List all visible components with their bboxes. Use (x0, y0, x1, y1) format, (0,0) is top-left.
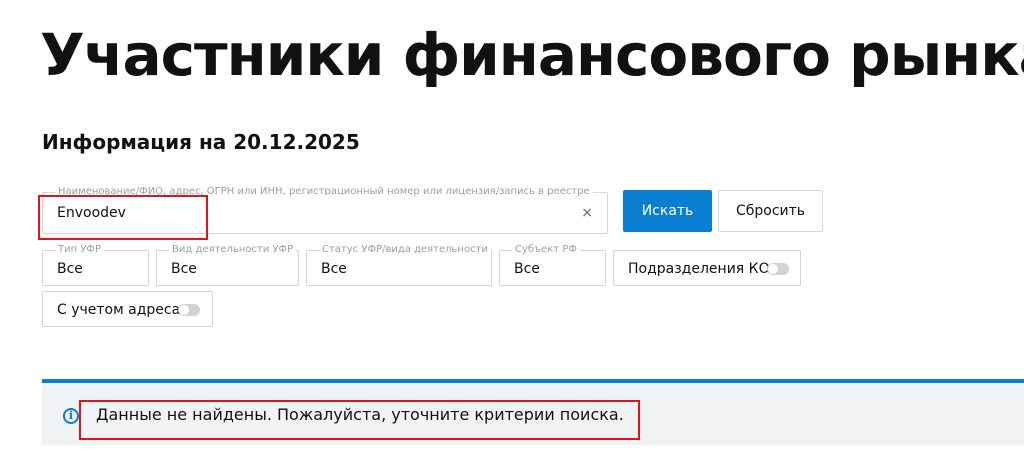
filter-activity-type-value: Все (171, 261, 197, 277)
info-icon: i (63, 408, 79, 424)
toggle-ko-divisions[interactable]: Подразделения КО (613, 250, 801, 286)
toggle-switch[interactable] (178, 304, 200, 316)
filter-status[interactable]: Статус УФР/вида деятельности Все (306, 244, 492, 286)
page-title: Участники финансового рынка (40, 21, 1024, 89)
search-field-label: Наименование/ФИО, адрес, ОГРН или ИНН, р… (55, 186, 593, 198)
filter-ufr-type[interactable]: Тип УФР Все (42, 244, 149, 286)
search-input[interactable]: Envoodev (57, 204, 126, 222)
filter-activity-type-label: Вид деятельности УФР (169, 244, 297, 256)
toggle-ko-divisions-label: Подразделения КО (628, 261, 770, 277)
toggle-with-address-label: С учетом адреса (57, 302, 181, 318)
toggle-with-address[interactable]: С учетом адреса (42, 291, 213, 327)
toggle-switch[interactable] (767, 263, 789, 275)
result-message: Данные не найдены. Пожалуйста, уточните … (96, 405, 624, 424)
filter-ufr-type-value: Все (57, 261, 83, 277)
filter-region[interactable]: Субъект РФ Все (499, 244, 606, 286)
filter-region-value: Все (514, 261, 540, 277)
reset-button[interactable]: Сбросить (718, 190, 823, 232)
search-field[interactable]: Наименование/ФИО, адрес, ОГРН или ИНН, р… (42, 186, 608, 234)
search-button[interactable]: Искать (623, 190, 712, 232)
result-message-panel: i Данные не найдены. Пожалуйста, уточнит… (42, 383, 1024, 445)
filter-activity-type[interactable]: Вид деятельности УФР Все (156, 244, 299, 286)
info-date: Информация на 20.12.2025 (42, 130, 360, 154)
clear-icon[interactable]: × (581, 205, 593, 221)
filter-status-label: Статус УФР/вида деятельности (319, 244, 491, 256)
filter-ufr-type-label: Тип УФР (55, 244, 105, 256)
filter-status-value: Все (321, 261, 347, 277)
filter-region-label: Субъект РФ (512, 244, 580, 256)
